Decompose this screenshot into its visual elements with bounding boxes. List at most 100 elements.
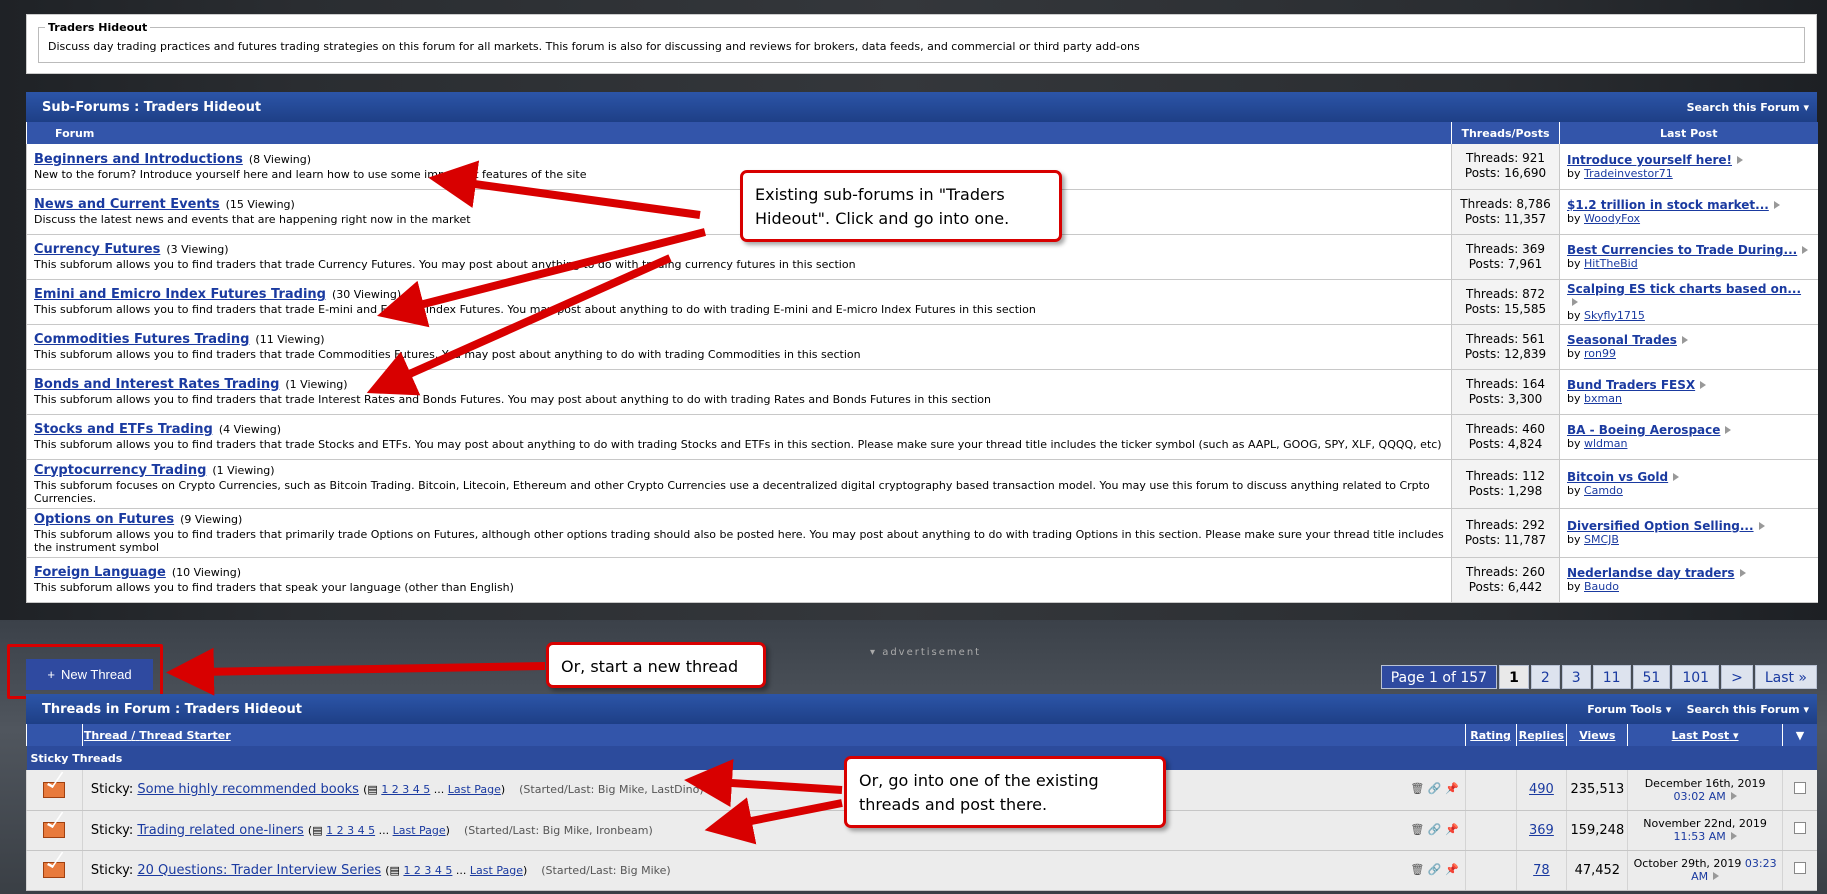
threads-posts-cell: Threads: 561 Posts: 12,839 xyxy=(1451,324,1560,370)
last-page-link[interactable]: Last » xyxy=(1754,665,1817,689)
user-link[interactable]: ron99 xyxy=(1584,347,1616,360)
thread-title-link[interactable]: Trading related one-liners xyxy=(137,823,303,838)
last-post-link[interactable]: Scalping ES tick charts based on... xyxy=(1567,282,1801,296)
user-link[interactable]: HitTheBid xyxy=(1584,257,1638,270)
replies-count[interactable]: 369 xyxy=(1515,810,1567,851)
subforum-link[interactable]: Cryptocurrency Trading xyxy=(34,463,206,478)
last-post-link[interactable]: Seasonal Trades xyxy=(1567,333,1677,347)
subforum-link[interactable]: Commodities Futures Trading xyxy=(34,332,249,347)
thread-page-links[interactable]: 1 2 3 4 5 xyxy=(326,824,375,837)
sort-views-link[interactable]: Views xyxy=(1566,724,1628,746)
user-link[interactable]: WoodyFox xyxy=(1584,212,1640,225)
select-checkbox[interactable] xyxy=(1793,781,1806,794)
user-link[interactable]: Baudo xyxy=(1584,580,1619,593)
sort-lastpost-link[interactable]: Last Post ▾ xyxy=(1627,724,1783,746)
sort-rating-link[interactable]: Rating xyxy=(1464,724,1517,746)
options-dropdown[interactable]: ▼ xyxy=(1781,724,1817,746)
subforum-link[interactable]: Foreign Language xyxy=(34,565,166,580)
subforum-link[interactable]: Stocks and ETFs Trading xyxy=(34,422,213,437)
page-info[interactable]: Page 1 of 157 xyxy=(1380,665,1498,689)
replies-count[interactable]: 78 xyxy=(1515,850,1567,891)
thread-last-page-link[interactable]: Last Page xyxy=(393,824,446,837)
subforum-link[interactable]: News and Current Events xyxy=(34,197,220,212)
sort-desc-icon: ▾ xyxy=(1733,728,1739,742)
user-link[interactable]: SMCJB xyxy=(1584,533,1619,546)
last-post-link[interactable]: Introduce yourself here! xyxy=(1567,153,1732,167)
last-post-link[interactable]: $1.2 trillion in stock market... xyxy=(1567,198,1769,212)
subforum-link[interactable]: Emini and Emicro Index Futures Trading xyxy=(34,287,326,302)
go-to-post-icon[interactable] xyxy=(1700,381,1707,389)
user-link[interactable]: bxman xyxy=(1584,392,1622,405)
go-to-post-icon[interactable] xyxy=(1802,246,1809,254)
next-page-link[interactable]: > xyxy=(1721,665,1753,689)
go-to-post-icon[interactable] xyxy=(1773,201,1780,209)
last-post-link[interactable]: Diversified Option Selling... xyxy=(1567,519,1754,533)
new-thread-button[interactable]: + New Thread xyxy=(26,659,153,690)
select-checkbox-cell xyxy=(1781,770,1817,811)
viewing-count: (8 Viewing) xyxy=(248,152,312,166)
multipage-icon: ▤ xyxy=(367,783,378,797)
started-by: (Started/Last: Big Mike, Ironbeam) xyxy=(463,823,653,837)
viewing-count: (15 Viewing) xyxy=(225,198,295,211)
thread-last-page-link[interactable]: Last Page xyxy=(448,783,501,796)
user-link[interactable]: Tradeinvestor71 xyxy=(1584,167,1673,180)
go-to-post-icon[interactable] xyxy=(1730,832,1737,840)
last-post-cell: Introduce yourself here! by Tradeinvestor… xyxy=(1559,144,1818,190)
go-to-post-icon[interactable] xyxy=(1673,473,1680,481)
page-link[interactable]: 2 xyxy=(1530,665,1560,689)
viewing-count: (4 Viewing) xyxy=(218,423,282,436)
user-link[interactable]: Camdo xyxy=(1584,484,1623,497)
subforum-cell: News and Current Events (15 Viewing) Discu… xyxy=(26,189,1452,235)
subforum-link[interactable]: Currency Futures xyxy=(34,242,160,257)
last-post-link[interactable]: Bitcoin vs Gold xyxy=(1567,470,1668,484)
thread-last-page-link[interactable]: Last Page xyxy=(470,864,523,877)
subforum-link[interactable]: Beginners and Introductions xyxy=(34,152,243,167)
last-post-link[interactable]: Nederlandse day traders xyxy=(1567,566,1735,580)
ellipsis: ... xyxy=(455,863,467,877)
user-link[interactable]: Skyfly1715 xyxy=(1584,309,1645,322)
page-link[interactable]: 101 xyxy=(1672,665,1720,689)
go-to-post-icon[interactable] xyxy=(1758,522,1765,530)
envelope-icon xyxy=(43,862,66,878)
search-forum-menu[interactable]: Search this Forum ▾ xyxy=(1687,703,1809,716)
thread-title-link[interactable]: Some highly recommended books xyxy=(137,782,359,797)
subforum-row: Foreign Language (10 Viewing) This subforu… xyxy=(26,557,1818,603)
thread-page-links[interactable]: 1 2 3 4 5 xyxy=(381,783,430,796)
last-post-link[interactable]: Bund Traders FESX xyxy=(1567,378,1695,392)
subforum-link[interactable]: Options on Futures xyxy=(34,512,174,527)
thread-page-links[interactable]: 1 2 3 4 5 xyxy=(403,864,452,877)
sort-thread-link[interactable]: Thread xyxy=(84,729,128,742)
page-link[interactable]: 3 xyxy=(1561,665,1591,689)
thread-title-link[interactable]: 20 Questions: Trader Interview Series xyxy=(137,863,381,878)
thread-count: Threads: 369 xyxy=(1466,241,1545,256)
col-separator: / xyxy=(131,728,136,742)
threads-posts-cell: Threads: 260 Posts: 6,442 xyxy=(1451,557,1560,603)
pagination: Page 1 of 157 1 2 3 11 51 101 > Last » xyxy=(1380,665,1817,689)
go-to-post-icon[interactable] xyxy=(1681,336,1688,344)
thread-title-cell: Sticky: 20 Questions: Trader Interview S… xyxy=(81,850,1466,891)
forum-tools-menu[interactable]: Forum Tools ▾ xyxy=(1587,703,1671,716)
go-to-post-icon[interactable] xyxy=(1725,426,1732,434)
select-checkbox[interactable] xyxy=(1793,862,1806,874)
go-to-post-icon[interactable] xyxy=(1713,872,1720,880)
last-post-by: by bxman xyxy=(1567,392,1811,405)
go-to-post-icon[interactable] xyxy=(1739,569,1746,577)
subforum-link[interactable]: Bonds and Interest Rates Trading xyxy=(34,377,279,392)
last-post-link[interactable]: Best Currencies to Trade During... xyxy=(1567,243,1797,257)
sort-starter-link[interactable]: Thread Starter xyxy=(139,729,231,742)
by-label: by xyxy=(1567,580,1581,593)
replies-count[interactable]: 490 xyxy=(1515,770,1567,811)
page-link[interactable]: 51 xyxy=(1632,665,1671,689)
select-checkbox-cell xyxy=(1781,850,1817,891)
page-link[interactable]: 1 xyxy=(1499,665,1529,689)
go-to-post-icon[interactable] xyxy=(1572,297,1578,306)
select-checkbox[interactable] xyxy=(1793,822,1806,834)
sort-replies-link[interactable]: Replies xyxy=(1515,724,1567,746)
go-to-post-icon[interactable] xyxy=(1730,791,1737,800)
page-link[interactable]: 11 xyxy=(1592,665,1631,689)
user-link[interactable]: wldman xyxy=(1584,437,1627,450)
subforum-row: Bonds and Interest Rates Trading (1 Viewi… xyxy=(26,369,1818,415)
search-forum-link[interactable]: Search this Forum ▾ xyxy=(1687,101,1809,114)
last-post-link[interactable]: BA - Boeing Aerospace xyxy=(1567,423,1720,437)
go-to-post-icon[interactable] xyxy=(1737,155,1743,164)
